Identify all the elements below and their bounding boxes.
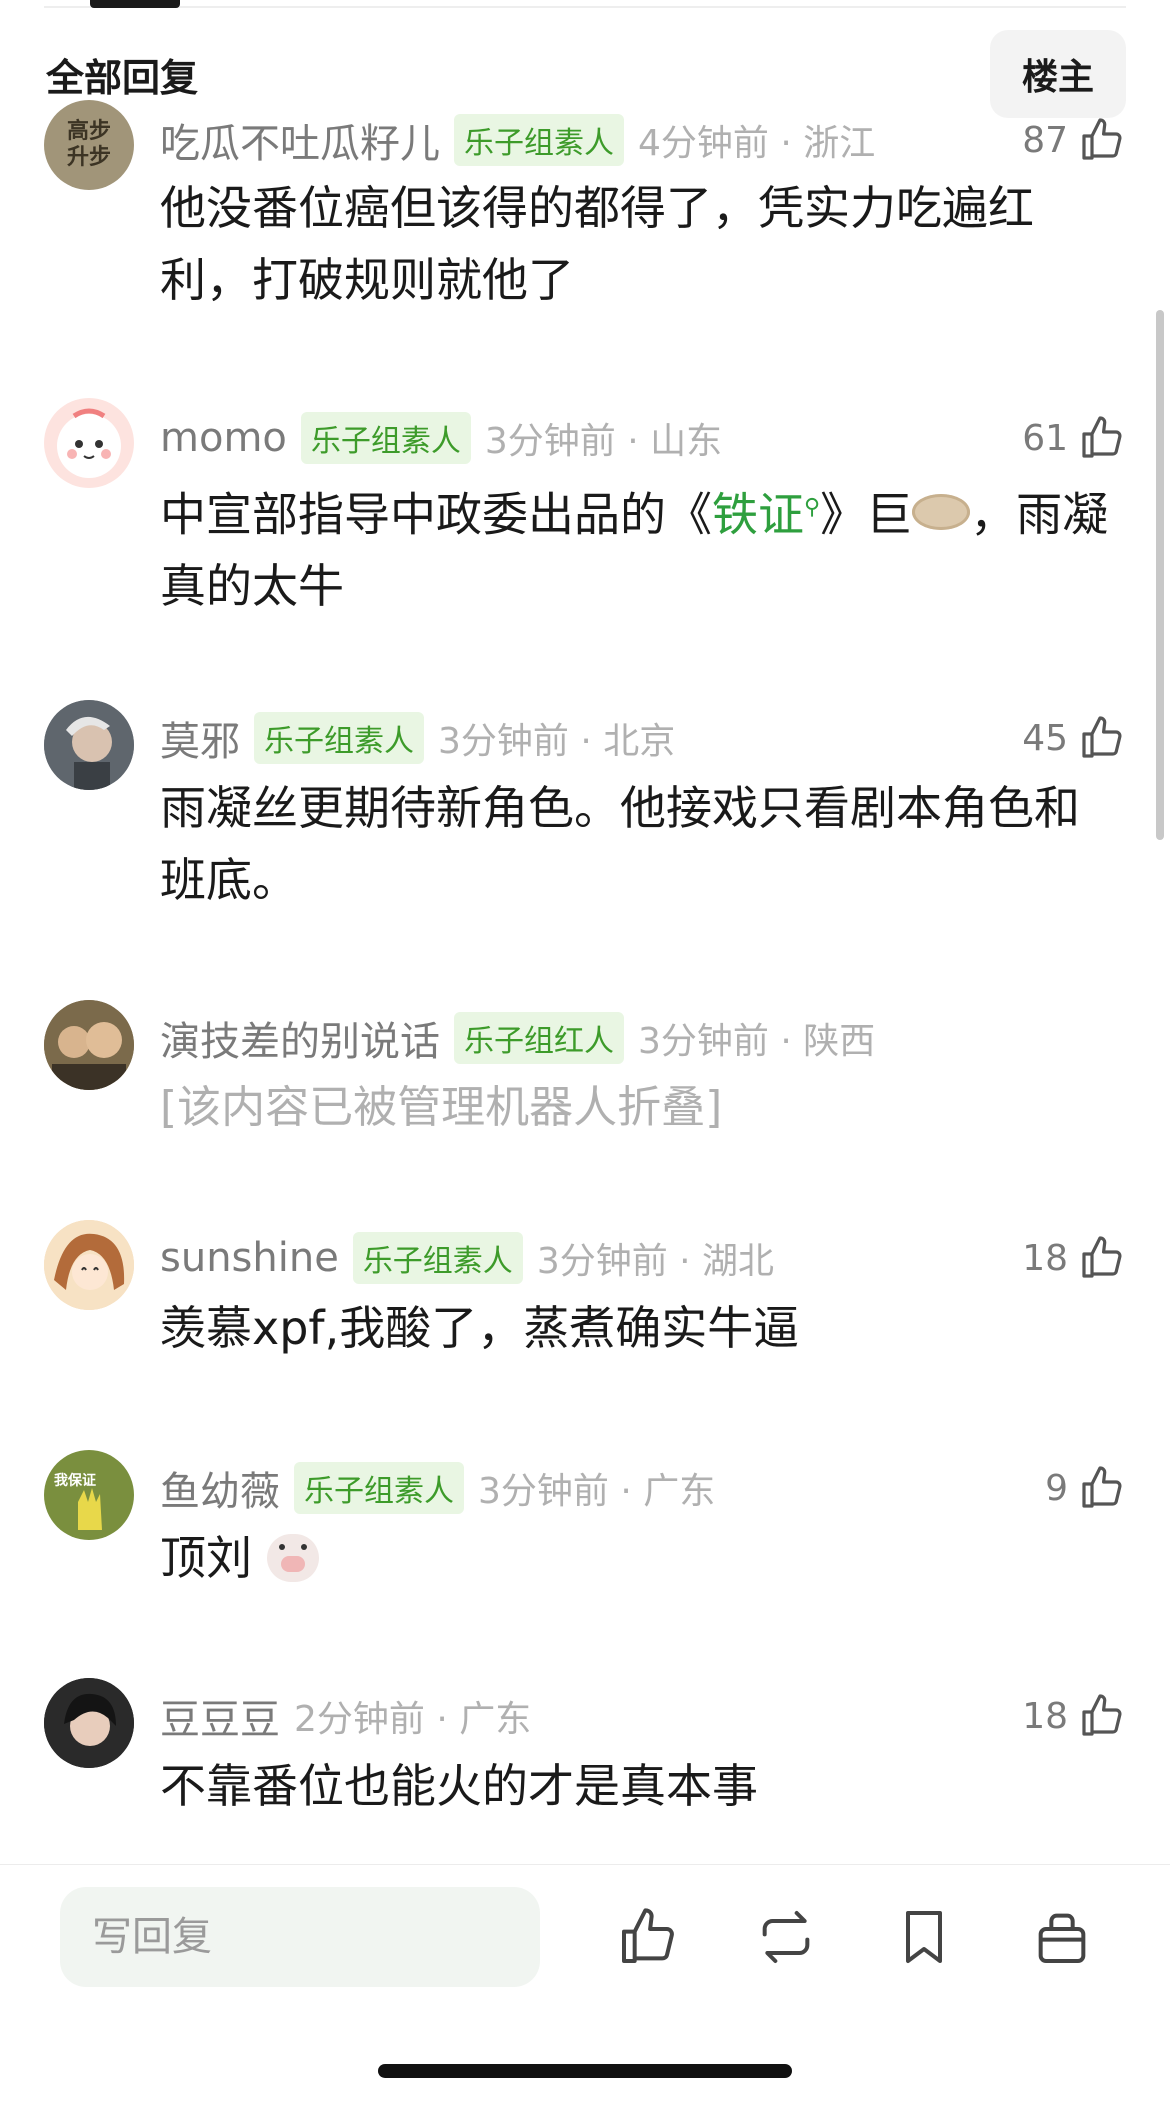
like-count: 61 [1022,417,1068,459]
like-count: 87 [1022,119,1068,161]
thumbs-up-icon [1082,716,1122,758]
reply-input[interactable] [60,1887,540,1987]
thumbs-up-icon[interactable] [616,1905,680,1969]
scrollbar[interactable] [1156,310,1164,840]
avatar[interactable]: 高步 升步 [44,100,134,190]
user-badge: 乐子组素人 [294,1462,464,1514]
avatar-text: 我保证 [54,1473,96,1489]
comment-meta: 豆豆豆 2分钟前 · 广东 [160,1688,531,1744]
portrait-avatar-icon [44,1678,134,1768]
bookmark-icon[interactable] [892,1905,956,1969]
top-divider [44,6,1126,8]
username[interactable]: momo [160,415,287,461]
like-count: 18 [1022,1237,1068,1279]
username[interactable]: 莫邪 [160,709,240,767]
avatar[interactable] [44,700,134,790]
user-badge: 乐子组素人 [300,412,471,464]
username[interactable]: 鱼幼薇 [160,1459,280,1517]
like-count: 18 [1022,1695,1068,1737]
like-button[interactable]: 61 [1022,410,1126,466]
avatar-text: 高步 升步 [66,119,111,170]
comment-meta: 演技差的别说话 乐子组红人 3分钟前 · 陕西 [160,1010,875,1066]
thumbs-up-icon [1082,416,1122,458]
comment-meta: 鱼幼薇 乐子组素人 3分钟前 · 广东 [160,1460,715,1516]
thumbs-up-icon [1082,1466,1122,1508]
user-badge: 乐子组红人 [454,1012,624,1064]
owner-only-button[interactable]: 楼主 [989,30,1126,118]
hand-avatar-icon [78,1488,102,1530]
timestamp-location: 2分钟前 · 广东 [294,1699,532,1740]
mooncake-emoji-icon [912,493,971,530]
comment-meta: sunshine 乐子组素人 3分钟前 · 湖北 [160,1230,774,1286]
avatar[interactable] [44,1000,134,1090]
like-button[interactable]: 45 [1022,710,1126,766]
timestamp-location: 3分钟前 · 北京 [438,721,676,762]
user-badge: 乐子组素人 [254,712,424,764]
comment-text: 羡慕xpf,我酸了，蒸煮确实牛逼 [160,1301,800,1355]
comment-text: 不靠番位也能火的才是真本事 [160,1759,758,1813]
thumbs-up-icon [1082,118,1122,160]
username[interactable]: 豆豆豆 [160,1687,280,1745]
repost-icon[interactable] [754,1905,818,1969]
comment-text-part: 中宣部指导中政委出品的《 [160,487,712,542]
like-count: 45 [1022,717,1068,759]
comment-meta: 莫邪 乐子组素人 3分钟前 · 北京 [160,710,675,766]
all-replies-title: 全部回复 [46,55,199,100]
timestamp-location: 3分钟前 · 广东 [478,1471,716,1512]
like-button[interactable]: 9 [1045,1460,1126,1516]
comment-text-part: 》巨 [820,487,913,542]
cartoon-avatar-icon [57,408,121,478]
comment-meta: 吃瓜不吐瓜籽儿 乐子组素人 4分钟前 · 浙江 [160,112,875,168]
portrait-avatar-icon [44,700,134,790]
thumbs-up-icon [1082,1694,1122,1736]
search-icon: ⚲ [804,495,821,520]
like-count: 9 [1045,1467,1068,1509]
username[interactable]: 演技差的别说话 [160,1009,440,1067]
username[interactable]: 吃瓜不吐瓜籽儿 [160,111,440,169]
anime-avatar-icon [44,1220,134,1310]
timestamp-location: 3分钟前 · 山东 [484,421,723,462]
timestamp-location: 3分钟前 · 湖北 [536,1241,775,1282]
timestamp-location: 4分钟前 · 浙江 [638,123,876,164]
avatar[interactable] [44,1678,134,1768]
home-indicator [378,2064,792,2078]
comment-text: 顶刘 [160,1522,1110,1594]
user-badge: 乐子组素人 [352,1232,523,1284]
user-badge: 乐子组素人 [454,114,624,166]
avatar[interactable]: 我保证 [44,1450,134,1540]
portrait-avatar-icon [44,1000,134,1090]
comment-text: 中宣部指导中政委出品的《铁证⚲》巨 ，雨凝真的太牛 [160,472,1110,622]
avatar[interactable] [44,398,134,488]
username[interactable]: sunshine [160,1235,339,1281]
comment-text-part: 顶刘 [160,1531,252,1585]
comment-text: 雨凝丝更期待新角色。他接戏只看剧本角色和班底。 [160,781,1080,907]
cow-emoji-icon [266,1533,319,1582]
like-button[interactable]: 18 [1022,1230,1126,1286]
avatar[interactable] [44,1220,134,1310]
like-button[interactable]: 18 [1022,1688,1126,1744]
folded-comment-notice[interactable]: [该内容已被管理机器人折叠] [160,1072,1110,1144]
topic-link[interactable]: 铁证 [712,487,804,541]
like-button[interactable]: 87 [1022,112,1126,168]
comment-meta: momo 乐子组素人 3分钟前 · 山东 [160,410,722,466]
timestamp-location: 3分钟前 · 陕西 [638,1021,876,1062]
comment-text: 他没番位癌但该得的都得了，凭实力吃遍红利，打破规则就他了 [160,181,1034,307]
gift-icon[interactable] [1030,1905,1094,1969]
thumbs-up-icon [1082,1236,1122,1278]
replies-header: 全部回复 楼主 [46,30,1126,118]
active-tab-indicator [90,0,180,8]
